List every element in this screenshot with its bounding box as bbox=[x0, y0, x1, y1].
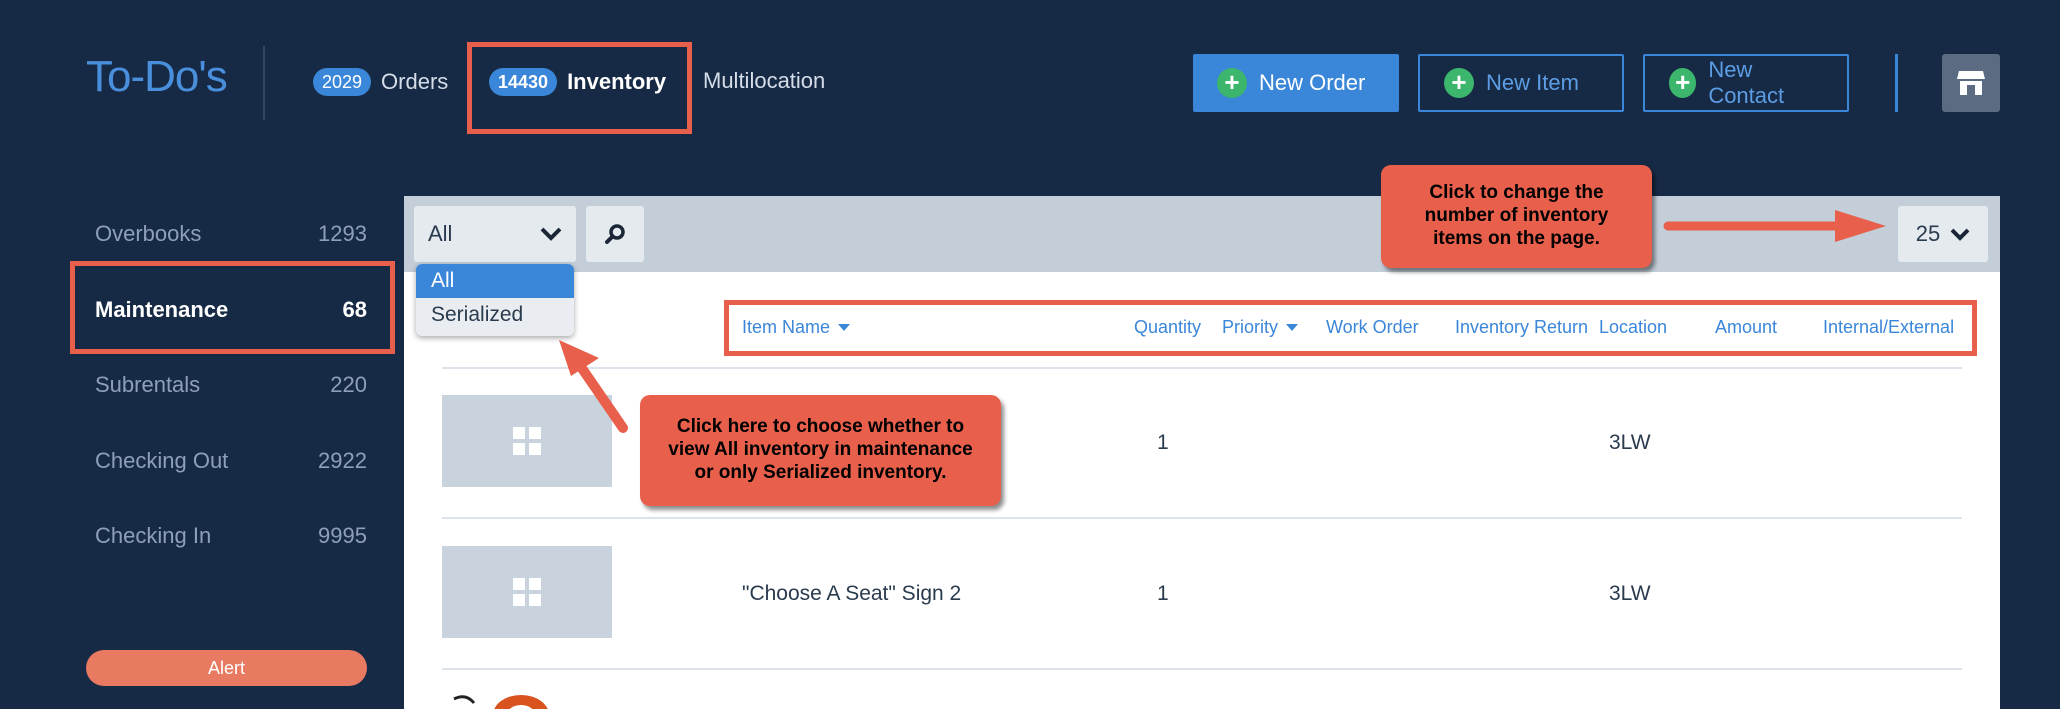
sidebar-item-label: Maintenance bbox=[95, 297, 229, 322]
column-header-label: Inventory Return bbox=[1455, 317, 1589, 337]
table-row-item-name[interactable]: "Choose A Seat" Sign 2 bbox=[742, 582, 961, 606]
row-divider bbox=[442, 668, 1962, 670]
sidebar-item-count: 1293 bbox=[318, 221, 367, 246]
header-divider bbox=[1895, 54, 1898, 112]
column-header-location[interactable]: Location bbox=[1599, 317, 1667, 338]
column-header-label: Quantity bbox=[1134, 317, 1202, 337]
page-size-value: 25 bbox=[1915, 221, 1941, 246]
column-header-internal-external[interactable]: Internal/External bbox=[1823, 317, 1954, 338]
filter-option-serialized[interactable]: Serialized bbox=[416, 298, 574, 332]
sidebar-item-label: Checking Out bbox=[95, 448, 229, 473]
column-header-amount[interactable]: Amount bbox=[1715, 317, 1777, 338]
filter-option-all[interactable]: All bbox=[416, 264, 574, 298]
new-contact-button[interactable]: + New Contact bbox=[1643, 54, 1849, 112]
column-header-label: Internal/External bbox=[1823, 317, 1955, 337]
store-button[interactable] bbox=[1942, 54, 2000, 112]
filter-select[interactable]: All bbox=[414, 206, 576, 262]
sort-down-icon bbox=[838, 324, 851, 331]
column-header-work-order[interactable]: Work Order bbox=[1326, 317, 1419, 338]
tab-multilocation-label: Multilocation bbox=[703, 68, 826, 93]
sidebar-item-label: Checking In bbox=[95, 523, 212, 548]
tab-inventory[interactable]: 14430 Inventory bbox=[489, 68, 666, 96]
sidebar-item-count: 220 bbox=[330, 372, 367, 397]
alert-button[interactable]: Alert bbox=[86, 650, 367, 686]
title-divider bbox=[263, 46, 265, 120]
filter-dropdown: All Serialized bbox=[416, 264, 574, 336]
table-row-quantity: 1 bbox=[1157, 582, 1169, 605]
column-header-item-name[interactable]: Item Name bbox=[742, 317, 851, 338]
filter-callout: Click here to choose whether to view All… bbox=[640, 395, 1001, 506]
extension-cord-image bbox=[453, 695, 548, 709]
plus-icon: + bbox=[1217, 68, 1247, 98]
column-header-priority[interactable]: Priority bbox=[1222, 317, 1299, 338]
column-header-label: Amount bbox=[1715, 317, 1778, 337]
item-thumbnail-photo[interactable] bbox=[446, 693, 596, 709]
column-header-label: Item Name bbox=[742, 317, 831, 337]
page-title: To-Do's bbox=[86, 52, 228, 101]
inventory-count-badge: 14430 bbox=[489, 68, 558, 96]
page-size-callout: Click to change the number of inventory … bbox=[1381, 165, 1652, 268]
search-icon bbox=[605, 224, 625, 244]
new-order-label: New Order bbox=[1259, 70, 1366, 95]
column-header-label: Priority bbox=[1222, 317, 1279, 337]
sidebar-item-label: Subrentals bbox=[95, 372, 201, 397]
tab-orders-label: Orders bbox=[381, 69, 449, 94]
table-row-location: 3LW bbox=[1609, 582, 1651, 605]
sidebar-item-count: 68 bbox=[342, 297, 367, 322]
sidebar-item-subrentals[interactable]: Subrentals 220 bbox=[95, 372, 367, 398]
page-size-select[interactable]: 25 bbox=[1898, 206, 1988, 262]
sidebar-item-checking-in[interactable]: Checking In 9995 bbox=[95, 523, 367, 549]
sort-down-icon bbox=[1286, 324, 1299, 331]
filter-select-value: All bbox=[428, 221, 453, 246]
store-icon bbox=[1957, 71, 1985, 95]
row-divider bbox=[442, 367, 1962, 369]
sidebar-item-maintenance[interactable]: Maintenance 68 bbox=[95, 297, 367, 323]
right-arrow-icon bbox=[1663, 210, 1886, 242]
column-header-inventory-return[interactable]: Inventory Return bbox=[1455, 317, 1588, 338]
row-divider bbox=[442, 517, 1962, 519]
column-header-label: Location bbox=[1599, 317, 1668, 337]
column-header-quantity[interactable]: Quantity bbox=[1134, 317, 1201, 338]
chevron-down-icon bbox=[1950, 228, 1970, 241]
sidebar-item-count: 2922 bbox=[318, 448, 367, 473]
up-left-arrow-icon bbox=[559, 340, 628, 433]
new-contact-label: New Contact bbox=[1708, 57, 1785, 108]
table-row-location: 3LW bbox=[1609, 431, 1651, 454]
sidebar-item-label: Overbooks bbox=[95, 221, 202, 246]
plus-icon: + bbox=[1669, 68, 1697, 98]
tab-multilocation[interactable]: Multilocation bbox=[703, 68, 825, 94]
plus-icon: + bbox=[1444, 68, 1474, 98]
new-item-button[interactable]: + New Item bbox=[1418, 54, 1624, 112]
orders-count-badge: 2029 bbox=[313, 68, 372, 96]
sidebar-item-overbooks[interactable]: Overbooks 1293 bbox=[95, 221, 367, 247]
search-button[interactable] bbox=[586, 206, 644, 262]
tab-inventory-label: Inventory bbox=[567, 69, 667, 94]
tab-orders[interactable]: 2029 Orders bbox=[313, 68, 448, 96]
placeholder-image-icon bbox=[513, 578, 541, 606]
item-thumbnail[interactable] bbox=[442, 546, 612, 638]
new-item-label: New Item bbox=[1486, 70, 1579, 95]
placeholder-image-icon bbox=[513, 427, 541, 455]
column-header-label: Work Order bbox=[1326, 317, 1419, 337]
new-order-button[interactable]: + New Order bbox=[1193, 54, 1399, 112]
sidebar-item-checking-out[interactable]: Checking Out 2922 bbox=[95, 448, 367, 474]
sidebar-item-count: 9995 bbox=[318, 523, 367, 548]
chevron-down-icon bbox=[540, 227, 562, 241]
table-row-quantity: 1 bbox=[1157, 431, 1169, 454]
